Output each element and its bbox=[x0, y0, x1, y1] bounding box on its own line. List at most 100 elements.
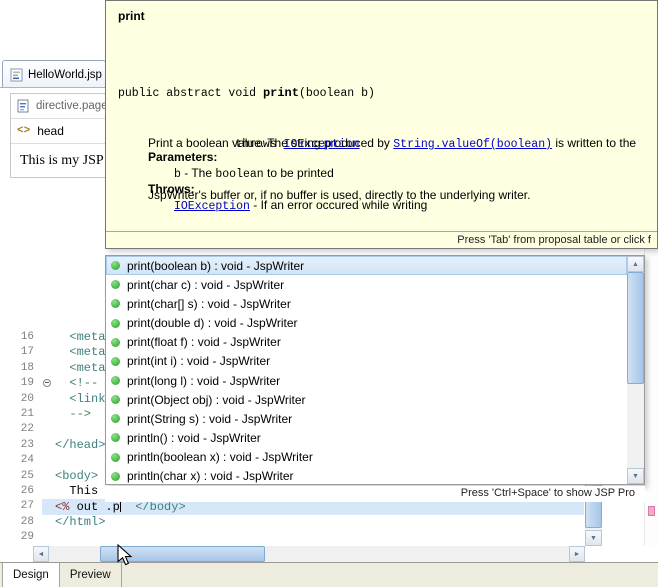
fold-collapse-icon[interactable] bbox=[43, 379, 51, 387]
proposal-item[interactable]: print(double d) : void - JspWriter bbox=[106, 313, 627, 332]
line-number: 20 bbox=[0, 392, 42, 407]
fold-column bbox=[42, 407, 55, 422]
text-segment: <% bbox=[55, 500, 69, 514]
scroll-down-icon[interactable]: ▼ bbox=[585, 530, 602, 546]
text-segment: <link bbox=[69, 392, 105, 406]
text-segment: </body> bbox=[135, 500, 185, 514]
scroll-down-icon[interactable]: ▼ bbox=[627, 468, 644, 484]
line-number: 29 bbox=[0, 530, 42, 545]
text-segment: - The bbox=[181, 166, 215, 180]
throws-heading: Throws: bbox=[148, 182, 195, 196]
editor-tab-helloworld[interactable]: HelloWorld.jsp bbox=[2, 60, 106, 88]
throws-line: IOException - If an error occured while … bbox=[174, 198, 427, 213]
signature-line: public abstract void print(boolean b) bbox=[118, 85, 375, 102]
directive-label: directive.page bbox=[36, 100, 108, 112]
public-method-icon bbox=[111, 280, 120, 289]
fold-column bbox=[42, 469, 55, 484]
fold-column bbox=[42, 345, 55, 360]
horizontal-scrollbar[interactable]: ◄ ► bbox=[33, 546, 585, 562]
parameter-line: b - The boolean to be printed bbox=[174, 166, 334, 181]
fold-column bbox=[42, 453, 55, 468]
text-segment bbox=[55, 376, 69, 390]
proposal-item[interactable]: println(char x) : void - JspWriter bbox=[106, 467, 627, 485]
content-assist-popup: print(boolean b) : void - JspWriter prin… bbox=[105, 255, 645, 485]
page-tabs-bar: Design Preview bbox=[0, 562, 658, 587]
proposal-item[interactable]: println() : void - JspWriter bbox=[106, 428, 627, 447]
tab-preview[interactable]: Preview bbox=[60, 563, 122, 587]
public-method-icon bbox=[111, 357, 120, 366]
proposal-item[interactable]: print(Object obj) : void - JspWriter bbox=[106, 390, 627, 409]
proposal-item[interactable]: print(float f) : void - JspWriter bbox=[106, 333, 627, 352]
public-method-icon bbox=[111, 319, 120, 328]
annotation-marker[interactable] bbox=[648, 506, 655, 516]
text-segment: Print a boolean value. The string produc… bbox=[148, 136, 393, 150]
proposal-item[interactable]: print(char c) : void - JspWriter bbox=[106, 275, 627, 294]
proposal-label: print(boolean b) : void - JspWriter bbox=[127, 259, 304, 273]
scroll-up-icon[interactable]: ▲ bbox=[627, 256, 644, 272]
text-segment bbox=[55, 407, 69, 421]
fold-column bbox=[42, 484, 55, 499]
fold-column bbox=[42, 499, 55, 514]
doc-link[interactable]: IOException bbox=[174, 200, 250, 213]
proposal-label: print(Object obj) : void - JspWriter bbox=[127, 393, 306, 407]
fold-column bbox=[42, 361, 55, 376]
text-segment: --> bbox=[69, 407, 91, 421]
text-segment: boolean bbox=[215, 168, 263, 181]
line-number: 27 bbox=[0, 499, 42, 514]
content-assist-hint: Press 'Ctrl+Space' to show JSP Pro bbox=[105, 486, 645, 502]
proposal-label: print(char[] s) : void - JspWriter bbox=[127, 297, 291, 311]
proposal-scroll-thumb[interactable] bbox=[627, 272, 644, 384]
head-label: head bbox=[37, 124, 64, 138]
text-segment: to be printed bbox=[264, 166, 334, 180]
proposal-label: print(float f) : void - JspWriter bbox=[127, 335, 281, 349]
mouse-cursor bbox=[117, 544, 135, 568]
text-segment: <meta bbox=[69, 361, 105, 375]
proposal-label: println() : void - JspWriter bbox=[127, 431, 261, 445]
text-segment bbox=[55, 484, 69, 498]
text-segment: b bbox=[174, 168, 181, 181]
line-number: 25 bbox=[0, 469, 42, 484]
scroll-right-icon[interactable]: ► bbox=[569, 546, 585, 562]
text-segment: out .p bbox=[69, 500, 119, 514]
proposal-item[interactable]: print(long l) : void - JspWriter bbox=[106, 371, 627, 390]
proposal-label: print(double d) : void - JspWriter bbox=[127, 316, 298, 330]
text-segment: (boolean b) bbox=[299, 87, 375, 100]
text-segment bbox=[55, 345, 69, 359]
text-segment: <!-- bbox=[69, 376, 98, 390]
text-segment bbox=[55, 392, 69, 406]
proposal-item[interactable]: println(boolean x) : void - JspWriter bbox=[106, 448, 627, 467]
fold-column bbox=[42, 376, 55, 391]
line-number: 18 bbox=[0, 361, 42, 376]
scroll-left-icon[interactable]: ◄ bbox=[33, 546, 49, 562]
fold-column bbox=[42, 530, 55, 545]
text-segment: <meta bbox=[69, 345, 105, 359]
doc-link[interactable]: String.valueOf(boolean) bbox=[393, 138, 552, 151]
design-body-text: This is my JSP bbox=[20, 153, 104, 169]
proposal-item[interactable]: print(boolean b) : void - JspWriter bbox=[106, 256, 627, 275]
line-number: 21 bbox=[0, 407, 42, 422]
proposal-label: print(long l) : void - JspWriter bbox=[127, 374, 280, 388]
text-segment bbox=[55, 330, 69, 344]
text-segment: - If an error occured while writing bbox=[250, 198, 427, 212]
line-number: 24 bbox=[0, 453, 42, 468]
public-method-icon bbox=[111, 261, 120, 270]
javadoc-title: print bbox=[118, 9, 145, 23]
tab-design[interactable]: Design bbox=[2, 563, 60, 587]
public-method-icon bbox=[111, 395, 120, 404]
public-method-icon bbox=[111, 433, 120, 442]
proposal-item[interactable]: print(String s) : void - JspWriter bbox=[106, 409, 627, 428]
text-segment: <meta bbox=[69, 330, 105, 344]
public-method-icon bbox=[111, 338, 120, 347]
proposal-item[interactable]: print(int i) : void - JspWriter bbox=[106, 352, 627, 371]
line-number: 17 bbox=[0, 345, 42, 360]
code-line[interactable]: 28 </html> bbox=[0, 515, 585, 530]
code-line[interactable]: 29 bbox=[0, 530, 585, 545]
proposal-item[interactable]: print(char[] s) : void - JspWriter bbox=[106, 294, 627, 313]
proposal-scrollbar[interactable]: ▲ ▼ bbox=[627, 256, 644, 484]
editor-tab-label: HelloWorld.jsp bbox=[28, 69, 102, 81]
proposal-label: print(String s) : void - JspWriter bbox=[127, 412, 292, 426]
xml-element-icon: <> bbox=[17, 125, 30, 137]
javadoc-footer-hint: Press 'Tab' from proposal table or click… bbox=[106, 231, 657, 248]
public-method-icon bbox=[111, 472, 120, 481]
fold-column bbox=[42, 438, 55, 453]
